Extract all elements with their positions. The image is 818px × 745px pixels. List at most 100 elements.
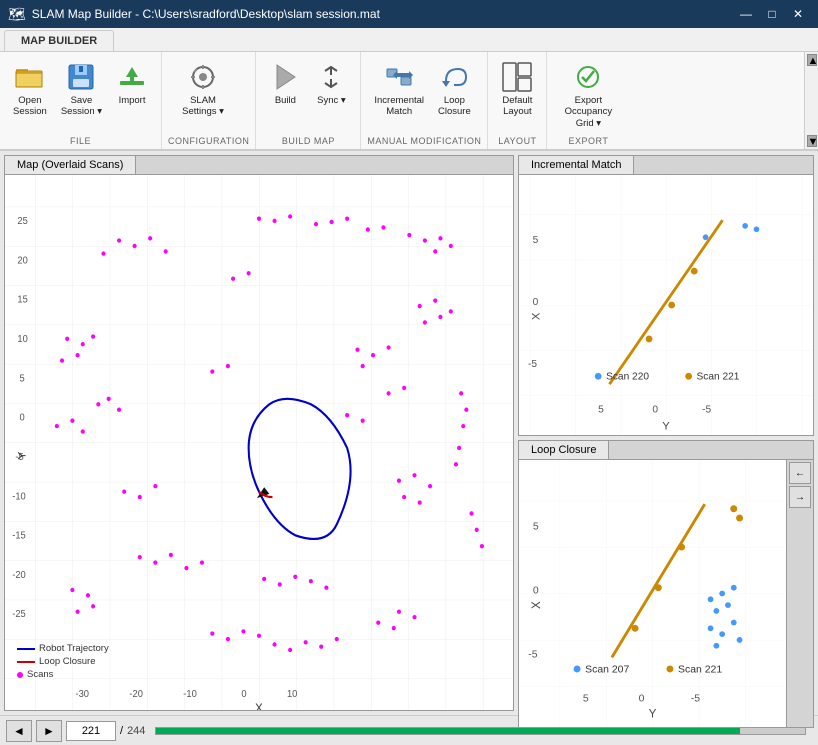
svg-text:0: 0 <box>20 413 25 424</box>
maximize-button[interactable]: □ <box>760 5 784 23</box>
svg-text:5: 5 <box>533 235 539 246</box>
svg-text:-5: -5 <box>528 359 537 370</box>
svg-text:15: 15 <box>17 295 27 306</box>
ribbon: OpenSession SaveSession ▾ Import FILE <box>0 52 818 151</box>
loop-closure-svg: 5 0 -5 5 0 -5 Y X <box>519 460 786 727</box>
import-icon <box>116 61 148 93</box>
map-legend: Robot Trajectory Loop Closure Scans <box>17 643 109 682</box>
loop-closure-prev-button[interactable]: ← <box>789 462 811 484</box>
svg-text:-30: -30 <box>75 689 88 700</box>
save-session-button[interactable]: SaveSession ▾ <box>54 56 109 123</box>
window-controls: — □ ✕ <box>734 5 810 23</box>
total-frames: 244 <box>127 725 145 737</box>
scan-220-dot <box>703 235 709 241</box>
loop-closure-body: 5 0 -5 5 0 -5 Y X <box>519 460 813 727</box>
ribbon-group-layout: DefaultLayout LAYOUT <box>488 52 547 149</box>
sync-label: Sync ▾ <box>317 95 346 106</box>
svg-text:-5: -5 <box>691 694 700 705</box>
configuration-group-label: CONFIGURATION <box>168 134 249 149</box>
ribbon-group-export: ExportOccupancy Grid ▾ EXPORT <box>547 52 629 149</box>
svg-text:-20: -20 <box>129 689 142 700</box>
svg-text:5: 5 <box>20 373 25 384</box>
ribbon-group-build-map: Build Sync ▾ BUILD MAP <box>256 52 361 149</box>
svg-text:Y: Y <box>16 452 29 460</box>
legend-loop-closure: Loop Closure <box>39 656 96 667</box>
svg-text:-10: -10 <box>12 491 25 502</box>
svg-text:-20: -20 <box>12 570 25 581</box>
svg-text:0: 0 <box>241 689 246 700</box>
open-session-label: OpenSession <box>13 95 47 118</box>
svg-text:Scan 221: Scan 221 <box>697 372 740 383</box>
tab-map-builder[interactable]: MAP BUILDER <box>4 30 114 51</box>
svg-text:Scan 221: Scan 221 <box>678 665 722 676</box>
map-chart: 25 20 15 10 5 0 -5 -10 -15 -20 -25 -30 -… <box>5 175 513 710</box>
export-occupancy-grid-label: ExportOccupancy Grid ▾ <box>560 95 616 129</box>
svg-text:-25: -25 <box>12 609 25 620</box>
svg-text:-5: -5 <box>702 405 711 416</box>
incremental-match-label: IncrementalMatch <box>374 95 424 118</box>
svg-text:10: 10 <box>287 689 297 700</box>
tab-map-overlaid-scans[interactable]: Map (Overlaid Scans) <box>5 156 136 174</box>
frame-separator: / <box>120 725 123 737</box>
incremental-match-svg: 5 0 -5 5 0 -5 Y X <box>519 175 813 435</box>
slam-settings-button[interactable]: SLAM Settings ▾ <box>168 56 238 123</box>
svg-text:-15: -15 <box>12 531 25 542</box>
svg-text:-5: -5 <box>528 650 537 661</box>
build-button[interactable]: Build <box>262 56 308 111</box>
default-layout-button[interactable]: DefaultLayout <box>494 56 540 123</box>
svg-text:5: 5 <box>598 405 604 416</box>
manual-modification-group-label: MANUAL MODIFICATION <box>367 134 481 149</box>
prev-frame-button[interactable]: ◄ <box>6 720 32 742</box>
ribbon-scrollbar[interactable]: ▲ ▼ <box>804 52 818 149</box>
build-icon <box>269 61 301 93</box>
incremental-match-chart: 5 0 -5 5 0 -5 Y X <box>519 175 813 435</box>
svg-text:5: 5 <box>533 522 539 533</box>
export-occupancy-grid-button[interactable]: ExportOccupancy Grid ▾ <box>553 56 623 134</box>
incremental-match-button[interactable]: IncrementalMatch <box>367 56 431 123</box>
legend-scans: Scans <box>27 669 53 680</box>
svg-text:20: 20 <box>17 255 27 266</box>
svg-text:0: 0 <box>652 405 658 416</box>
map-chart-container: 25 20 15 10 5 0 -5 -10 -15 -20 -25 -30 -… <box>4 174 514 711</box>
close-button[interactable]: ✕ <box>786 5 810 23</box>
default-layout-icon <box>501 61 533 93</box>
build-map-group-label: BUILD MAP <box>262 134 354 149</box>
loop-closure-chart: 5 0 -5 5 0 -5 Y X <box>519 460 786 727</box>
loop-closure-header: Loop Closure <box>519 441 813 460</box>
minimize-button[interactable]: — <box>734 5 758 23</box>
next-frame-button[interactable]: ► <box>36 720 62 742</box>
svg-text:25: 25 <box>17 216 27 227</box>
ribbon-tabs: MAP BUILDER <box>0 28 818 52</box>
incremental-match-icon <box>383 61 415 93</box>
svg-text:0: 0 <box>533 297 539 308</box>
svg-text:Scan 220: Scan 220 <box>606 372 649 383</box>
svg-text:X: X <box>255 702 263 710</box>
tab-incremental-match[interactable]: Incremental Match <box>519 156 634 174</box>
default-layout-label: DefaultLayout <box>502 95 532 118</box>
svg-text:Y: Y <box>662 421 670 433</box>
svg-text:X: X <box>530 601 543 609</box>
ribbon-group-manual-modification: IncrementalMatch LoopClosure MANUAL MODI… <box>361 52 488 149</box>
loop-closure-next-button[interactable]: → <box>789 486 811 508</box>
svg-text:Y: Y <box>649 708 657 721</box>
legend-robot-trajectory: Robot Trajectory <box>39 643 109 654</box>
layout-group-label: LAYOUT <box>494 134 540 149</box>
loop-closure-button[interactable]: LoopClosure <box>431 56 478 123</box>
svg-text:0: 0 <box>639 694 645 705</box>
progress-fill <box>156 728 740 734</box>
incremental-match-body: 5 0 -5 5 0 -5 Y X <box>519 175 813 435</box>
svg-text:10: 10 <box>17 334 27 345</box>
svg-text:-10: -10 <box>183 689 196 700</box>
import-button[interactable]: Import <box>109 56 155 111</box>
import-label: Import <box>119 95 146 106</box>
export-group-label: EXPORT <box>553 134 623 149</box>
app-icon: 🗺 <box>8 6 26 23</box>
sync-icon <box>315 61 347 93</box>
build-label: Build <box>275 95 296 106</box>
open-session-button[interactable]: OpenSession <box>6 56 54 123</box>
tab-loop-closure[interactable]: Loop Closure <box>519 441 609 459</box>
current-frame-input[interactable]: 221 <box>66 721 116 741</box>
sync-button[interactable]: Sync ▾ <box>308 56 354 111</box>
loop-closure-subpanel: Loop Closure 5 0 <box>518 440 814 728</box>
left-panel-tab-bar: Map (Overlaid Scans) <box>4 155 514 174</box>
